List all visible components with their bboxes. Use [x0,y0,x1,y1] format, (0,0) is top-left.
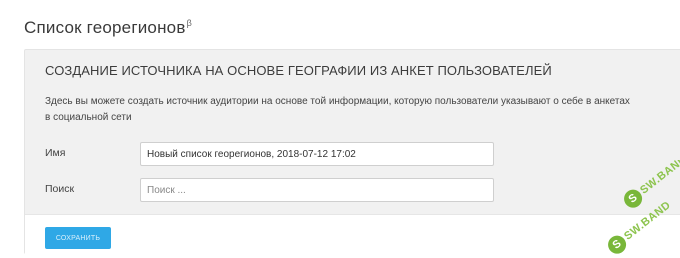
watermark-text: SW.BAND [638,160,680,197]
panel-footer: СОХРАНИТЬ [25,214,680,255]
watermark-logo-1: S SW.BAND [620,160,680,212]
panel-description: Здесь вы можете создать источник аудитор… [45,96,630,123]
name-label: Имя [45,147,66,159]
page-title: Список георегионовβ [24,18,192,38]
save-button[interactable]: СОХРАНИТЬ [45,227,111,249]
name-row: Имя [45,142,505,166]
create-source-panel: СОЗДАНИЕ ИСТОЧНИКА НА ОСНОВЕ ГЕОГРАФИИ И… [24,49,680,255]
name-input[interactable] [140,142,494,166]
search-row: Поиск [45,178,505,202]
search-label: Поиск [45,183,75,195]
panel-header: СОЗДАНИЕ ИСТОЧНИКА НА ОСНОВЕ ГЕОГРАФИИ И… [45,63,552,78]
search-input[interactable] [140,178,494,202]
watermark: S SW.BAND S SW.BAND [600,160,680,258]
beta-badge: β [186,18,192,29]
watermark-logo-2: S SW.BAND [604,197,675,258]
page-title-text: Список георегионов [24,18,186,37]
